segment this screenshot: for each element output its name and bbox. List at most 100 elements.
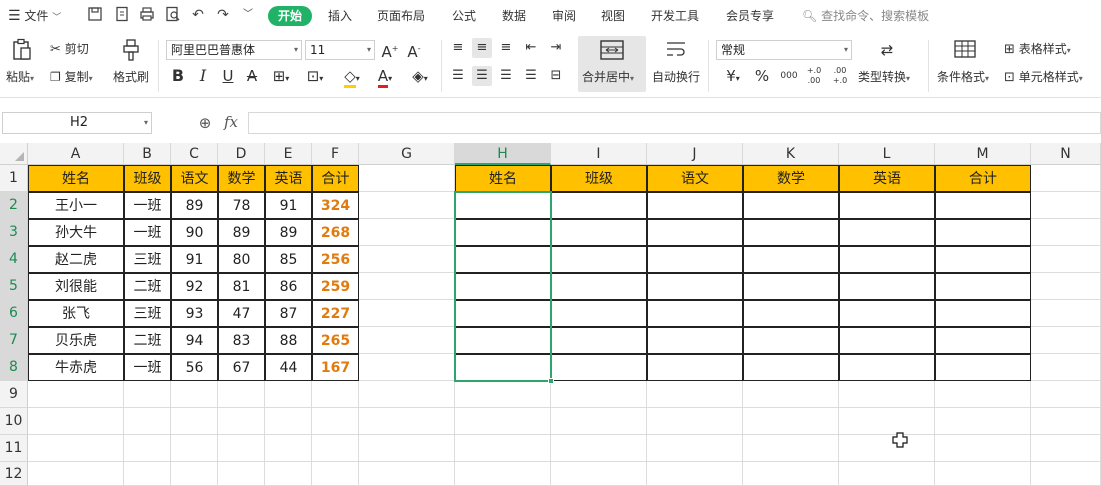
- source-table-data-cell[interactable]: 227: [312, 300, 359, 327]
- target-table-data-cell[interactable]: [839, 327, 935, 354]
- decrease-indent-icon[interactable]: ⇤: [522, 38, 540, 58]
- source-table-data-cell[interactable]: 王小一: [28, 192, 124, 219]
- cell-g1[interactable]: [359, 165, 455, 192]
- source-table-data-cell[interactable]: 一班: [124, 192, 171, 219]
- cell-h11[interactable]: [455, 435, 551, 462]
- source-table-data-cell[interactable]: 88: [265, 327, 312, 354]
- column-header-a[interactable]: A: [28, 143, 124, 165]
- print-icon[interactable]: [138, 6, 156, 24]
- format-painter-button[interactable]: 格式刷: [113, 68, 149, 85]
- row-header-7[interactable]: 7: [0, 327, 28, 354]
- row-header-2[interactable]: 2: [0, 192, 28, 219]
- row-header-12[interactable]: 12: [0, 462, 28, 486]
- row-header-3[interactable]: 3: [0, 219, 28, 246]
- source-table-data-cell[interactable]: 二班: [124, 273, 171, 300]
- currency-button[interactable]: ¥▾: [720, 66, 746, 89]
- source-table-data-cell[interactable]: 刘很能: [28, 273, 124, 300]
- cell-k12[interactable]: [743, 462, 839, 486]
- target-table-data-cell[interactable]: [647, 273, 743, 300]
- source-table-data-cell[interactable]: 90: [171, 219, 218, 246]
- cell-i12[interactable]: [551, 462, 647, 486]
- cell-g10[interactable]: [359, 408, 455, 435]
- source-table-data-cell[interactable]: 孙大牛: [28, 219, 124, 246]
- conditional-format-button[interactable]: 条件格式▾: [937, 68, 989, 85]
- print-preview-icon[interactable]: [164, 6, 182, 24]
- borders-icon[interactable]: ⊞▾: [266, 66, 296, 89]
- cell-h12[interactable]: [455, 462, 551, 486]
- source-table-data-cell[interactable]: 94: [171, 327, 218, 354]
- cell-l12[interactable]: [839, 462, 935, 486]
- justify-icon[interactable]: ☰: [522, 66, 540, 86]
- cell-a10[interactable]: [28, 408, 124, 435]
- source-table-data-cell[interactable]: 三班: [124, 300, 171, 327]
- source-table-data-cell[interactable]: 83: [218, 327, 265, 354]
- row-header-9[interactable]: 9: [0, 381, 28, 408]
- source-table-data-cell[interactable]: 256: [312, 246, 359, 273]
- target-table-data-cell[interactable]: [551, 354, 647, 381]
- cell-n11[interactable]: [1031, 435, 1101, 462]
- tab-member[interactable]: 会员专享: [726, 6, 774, 26]
- cell-e11[interactable]: [265, 435, 312, 462]
- target-table-data-cell[interactable]: [839, 219, 935, 246]
- source-table-data-cell[interactable]: 56: [171, 354, 218, 381]
- cell-l9[interactable]: [839, 381, 935, 408]
- source-table-data-cell[interactable]: 张飞: [28, 300, 124, 327]
- target-table-data-cell[interactable]: [647, 327, 743, 354]
- row-header-4[interactable]: 4: [0, 246, 28, 273]
- strikethrough-icon[interactable]: A: [242, 66, 262, 86]
- cell-f11[interactable]: [312, 435, 359, 462]
- cell-g4[interactable]: [359, 246, 455, 273]
- cell-style-button[interactable]: ⊡ 单元格样式▾: [1004, 68, 1083, 85]
- distributed-icon[interactable]: ⊟: [547, 66, 565, 86]
- target-table-data-cell[interactable]: [935, 354, 1031, 381]
- source-table-data-cell[interactable]: 牛赤虎: [28, 354, 124, 381]
- underline-button[interactable]: U: [218, 66, 238, 86]
- cell-b9[interactable]: [124, 381, 171, 408]
- zoom-formula-icon[interactable]: ⊕: [196, 113, 214, 133]
- column-header-k[interactable]: K: [743, 143, 839, 165]
- target-table-data-cell[interactable]: [551, 300, 647, 327]
- source-table-data-cell[interactable]: 二班: [124, 327, 171, 354]
- row-header-10[interactable]: 10: [0, 408, 28, 435]
- cell-h10[interactable]: [455, 408, 551, 435]
- cell-n10[interactable]: [1031, 408, 1101, 435]
- column-header-l[interactable]: L: [839, 143, 935, 165]
- cell-a9[interactable]: [28, 381, 124, 408]
- cell-n8[interactable]: [1031, 354, 1101, 381]
- target-table-data-cell[interactable]: [647, 246, 743, 273]
- wrap-text-button[interactable]: 自动换行: [652, 68, 700, 85]
- cell-f12[interactable]: [312, 462, 359, 486]
- target-table-data-cell[interactable]: [839, 300, 935, 327]
- file-menu[interactable]: ☰ 文件 ﹀: [8, 6, 61, 26]
- target-table-data-cell[interactable]: [935, 246, 1031, 273]
- number-format-select[interactable]: 常规 ▾: [716, 40, 852, 60]
- cell-g5[interactable]: [359, 273, 455, 300]
- copy-button[interactable]: ❐ 复制▾: [50, 68, 93, 85]
- cell-d9[interactable]: [218, 381, 265, 408]
- column-header-j[interactable]: J: [647, 143, 743, 165]
- row-header-1[interactable]: 1: [0, 165, 28, 192]
- target-table-data-cell[interactable]: [839, 354, 935, 381]
- source-table-data-cell[interactable]: 贝乐虎: [28, 327, 124, 354]
- target-table-data-cell[interactable]: [647, 300, 743, 327]
- target-table-data-cell[interactable]: [935, 192, 1031, 219]
- bold-button[interactable]: B: [168, 66, 188, 86]
- cell-k9[interactable]: [743, 381, 839, 408]
- source-table-data-cell[interactable]: 一班: [124, 219, 171, 246]
- source-table-data-cell[interactable]: 93: [171, 300, 218, 327]
- target-table-data-cell[interactable]: [743, 327, 839, 354]
- select-all-corner[interactable]: [0, 143, 28, 165]
- source-table-data-cell[interactable]: 167: [312, 354, 359, 381]
- cell-h9[interactable]: [455, 381, 551, 408]
- cell-g8[interactable]: [359, 354, 455, 381]
- cell-n5[interactable]: [1031, 273, 1101, 300]
- target-table-data-cell[interactable]: [839, 273, 935, 300]
- cell-g9[interactable]: [359, 381, 455, 408]
- source-table-data-cell[interactable]: 89: [171, 192, 218, 219]
- column-header-b[interactable]: B: [124, 143, 171, 165]
- target-table-data-cell[interactable]: [935, 300, 1031, 327]
- cell-m9[interactable]: [935, 381, 1031, 408]
- cell-a12[interactable]: [28, 462, 124, 486]
- paste-icon[interactable]: [10, 38, 34, 64]
- row-header-8[interactable]: 8: [0, 354, 28, 381]
